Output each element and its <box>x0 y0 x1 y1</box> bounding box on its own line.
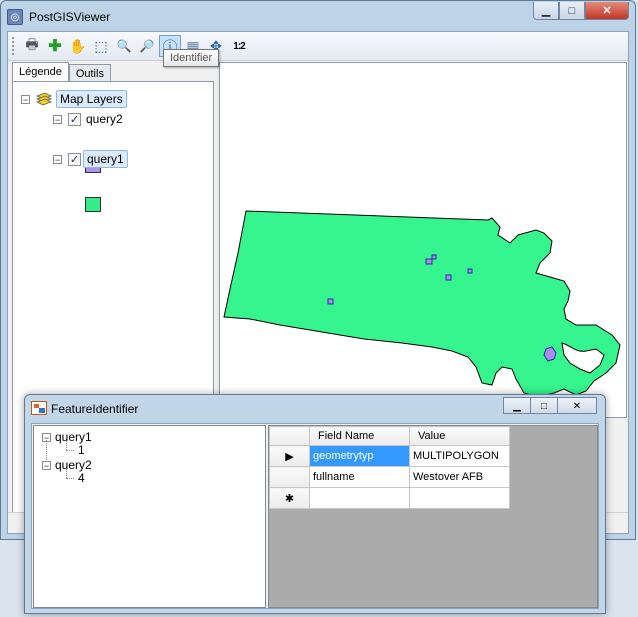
toolbar: 🖶 ✚ ✋ ⬚ 🔍 🔎 ⓘ ▦ ✥ 1:2 <box>8 32 628 61</box>
tab-legende[interactable]: Légende <box>12 62 69 82</box>
pan-hand-icon[interactable]: ✋ <box>67 35 89 57</box>
feature-small-5 <box>327 298 334 305</box>
tree-connector <box>66 450 74 451</box>
cell-field-name[interactable]: fullname <box>309 466 410 488</box>
collapse-icon[interactable]: − <box>21 94 30 104</box>
maximize-button[interactable]: □ <box>559 2 585 20</box>
scale-icon-label: 1:2 <box>233 40 245 52</box>
cell-new-value[interactable] <box>409 487 510 509</box>
feature-identifier-title: FeatureIdentifier <box>51 402 139 416</box>
feature-tree: − query1 1 − query2 4 <box>33 425 266 608</box>
map-svg <box>223 210 621 398</box>
query1-swatch <box>85 197 101 212</box>
close-button[interactable]: ✕ <box>585 2 629 20</box>
collapse-icon[interactable]: − <box>53 154 62 164</box>
tree-connector <box>66 441 67 450</box>
feature-identifier-client: − query1 1 − query2 4 Field Name Value ▶… <box>31 423 599 609</box>
print-icon[interactable]: 🖶 <box>21 35 43 57</box>
column-header-value[interactable]: Value <box>409 426 510 446</box>
cell-new-field[interactable] <box>309 487 410 509</box>
massachusetts-polygon <box>223 210 621 398</box>
tree-node-query2[interactable]: query2 <box>55 458 92 472</box>
left-tabs: Légende Outils <box>12 62 111 82</box>
tree-node-feature-4[interactable]: 4 <box>78 471 85 485</box>
query1-node[interactable]: query1 <box>83 150 128 168</box>
title-bar: ◎ PostGISViewer ▁ □ ✕ <box>1 1 635 31</box>
fi-close-button[interactable]: ✕ <box>557 397 597 414</box>
collapse-icon[interactable]: − <box>42 460 51 470</box>
query2-node[interactable]: query2 <box>83 111 126 127</box>
toolbar-grip[interactable] <box>12 37 17 55</box>
tree-connector <box>66 478 74 479</box>
grid-corner[interactable] <box>269 426 310 446</box>
column-header-field-name[interactable]: Field Name <box>309 426 410 446</box>
grid-header-row: Field Name Value <box>269 426 510 446</box>
query2-checkbox[interactable]: ✓ <box>68 112 81 126</box>
window-title: PostGISViewer <box>29 10 111 24</box>
feature-small-4 <box>467 268 473 274</box>
table-row: ▶ geometrytyp MULTIPOLYGON <box>269 445 510 467</box>
attribute-grid: Field Name Value ▶ geometrytyp MULTIPOLY… <box>268 425 598 608</box>
collapse-icon[interactable]: − <box>53 114 62 124</box>
row-header-current[interactable]: ▶ <box>269 445 310 467</box>
scale-icon[interactable]: 1:2 <box>228 35 250 57</box>
cell-value[interactable]: MULTIPOLYGON <box>409 445 510 467</box>
feature-small-3 <box>445 274 452 281</box>
tree-node-feature-1[interactable]: 1 <box>78 443 85 457</box>
identifier-tooltip: Identifier <box>163 49 220 67</box>
table-row: fullname Westover AFB <box>269 466 510 488</box>
attribute-table: Field Name Value ▶ geometrytyp MULTIPOLY… <box>269 426 510 509</box>
fi-minimize-button[interactable]: ▁ <box>503 397 531 414</box>
feature-small-1 <box>425 258 433 265</box>
app-icon: ◎ <box>7 9 23 25</box>
zoom-out-icon[interactable]: 🔎 <box>136 35 158 57</box>
row-header[interactable] <box>269 466 310 488</box>
add-layer-icon[interactable]: ✚ <box>44 35 66 57</box>
feature-identifier-window: FeatureIdentifier ▁ □ ✕ − query1 1 − que… <box>24 394 606 614</box>
feature-small-2 <box>431 254 437 260</box>
new-row: ✱ <box>269 487 510 509</box>
fi-maximize-button[interactable]: □ <box>530 397 558 414</box>
feature-identifier-icon <box>31 401 47 415</box>
tab-outils[interactable]: Outils <box>68 64 111 82</box>
map-layers-node[interactable]: Map Layers <box>56 90 127 108</box>
zoom-in-icon[interactable]: 🔍 <box>113 35 135 57</box>
query1-checkbox[interactable]: ✓ <box>68 152 81 166</box>
map-canvas[interactable] <box>219 62 627 418</box>
layers-icon <box>36 92 52 106</box>
cell-value[interactable]: Westover AFB <box>409 466 510 488</box>
tree-node-query1[interactable]: query1 <box>55 430 92 444</box>
row-header-new[interactable]: ✱ <box>269 487 310 509</box>
cell-field-name[interactable]: geometrytyp <box>309 445 410 467</box>
tree-connector <box>66 469 67 478</box>
select-arrow-icon[interactable]: ⬚ <box>90 35 112 57</box>
minimize-button[interactable]: ▁ <box>533 2 559 20</box>
